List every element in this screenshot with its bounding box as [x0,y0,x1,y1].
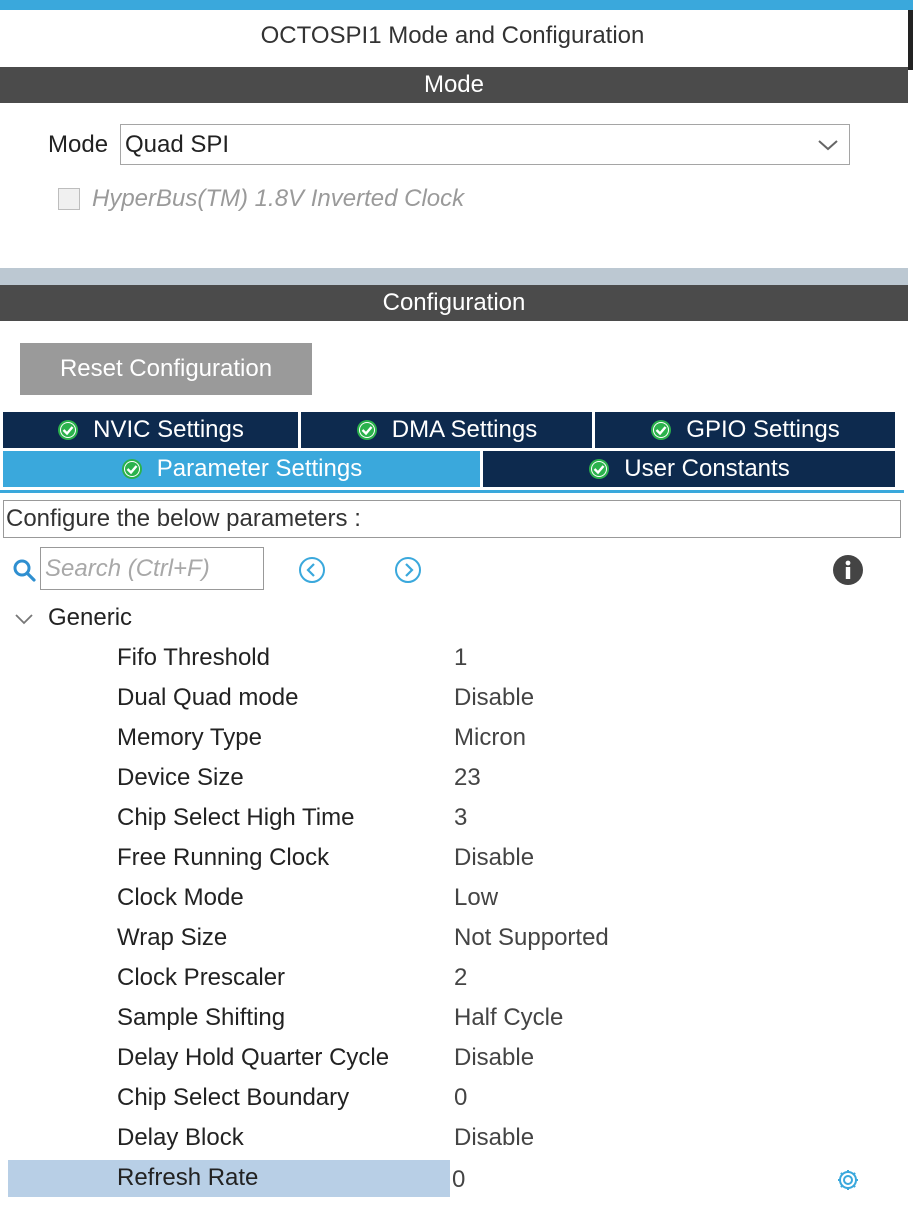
check-circle-icon [356,420,377,440]
hyperbus-label: HyperBus(TM) 1.8V Inverted Clock [92,185,465,212]
mode-section-header: Mode [0,67,908,103]
param-name: Delay Hold Quarter Cycle [117,1044,390,1071]
param-name: Refresh Rate [117,1164,259,1191]
mode-label: Mode [48,131,109,158]
param-name: Device Size [117,764,244,791]
param-row-fifo-threshold[interactable]: Fifo Threshold 1 [0,640,913,680]
param-name: Memory Type [117,724,262,751]
param-name: Chip Select High Time [117,804,355,831]
tab-underline [0,490,904,493]
tab-dma-settings[interactable]: DMA Settings [301,412,592,448]
param-value[interactable]: 3 [454,804,467,832]
param-value[interactable]: 1 [454,644,467,672]
tab-label: DMA Settings [391,416,538,443]
param-name: Sample Shifting [117,1004,286,1031]
parameters-instruction: Configure the below parameters : [3,500,901,538]
param-value[interactable]: Disable [454,1044,534,1072]
search-icon[interactable] [12,558,36,582]
search-input[interactable] [40,547,264,590]
mode-select[interactable]: Quad SPI [120,124,850,165]
param-row-refresh-rate[interactable]: Refresh Rate 0 [0,1160,913,1200]
tab-label: GPIO Settings [686,416,840,443]
tab-label: NVIC Settings [93,416,244,443]
check-circle-icon [589,459,610,479]
tab-gpio-settings[interactable]: GPIO Settings [595,412,895,448]
param-value[interactable]: 2 [454,964,467,992]
param-value[interactable]: Not Supported [454,924,609,952]
window-top-accent [0,0,913,10]
param-row-delay-hold-quarter-cycle[interactable]: Delay Hold Quarter Cycle Disable [0,1040,913,1080]
param-row-clock-prescaler[interactable]: Clock Prescaler 2 [0,960,913,1000]
scrollbar-thumb[interactable] [908,10,913,70]
check-circle-icon [121,459,142,479]
param-row-delay-block[interactable]: Delay Block Disable [0,1120,913,1160]
param-value[interactable]: Low [454,884,498,912]
chevron-down-icon [818,140,838,151]
section-divider [0,268,908,285]
tab-label: User Constants [624,455,790,482]
tab-label: Parameter Settings [156,455,363,482]
gear-icon[interactable] [836,1168,860,1192]
tab-nvic-settings[interactable]: NVIC Settings [3,412,298,448]
param-name: Fifo Threshold [117,644,270,671]
param-row-wrap-size[interactable]: Wrap Size Not Supported [0,920,913,960]
tab-user-constants[interactable]: User Constants [483,451,895,487]
param-value[interactable]: 0 [452,1166,465,1194]
window-title: OCTOSPI1 Mode and Configuration [260,22,645,49]
check-circle-icon [651,420,672,440]
param-value[interactable]: 0 [454,1084,467,1112]
param-value[interactable]: Half Cycle [454,1004,563,1032]
chevron-left-circle-icon[interactable] [298,556,326,584]
mode-select-value: Quad SPI [125,131,230,158]
chevron-down-icon[interactable] [14,612,34,626]
param-name: Clock Mode [117,884,244,911]
param-row-clock-mode[interactable]: Clock Mode Low [0,880,913,920]
param-name: Chip Select Boundary [117,1084,350,1111]
param-row-dual-quad-mode[interactable]: Dual Quad mode Disable [0,680,913,720]
param-row-sample-shifting[interactable]: Sample Shifting Half Cycle [0,1000,913,1040]
configuration-section-header: Configuration [0,285,908,321]
param-value[interactable]: Micron [454,724,526,752]
info-icon[interactable] [832,554,864,586]
reset-configuration-button[interactable]: Reset Configuration [20,343,312,395]
param-value[interactable]: Disable [454,1124,534,1152]
group-generic-label: Generic [48,604,133,631]
check-circle-icon [58,420,79,440]
param-name: Wrap Size [117,924,228,951]
param-name: Delay Block [117,1124,244,1151]
param-row-chip-select-boundary[interactable]: Chip Select Boundary 0 [0,1080,913,1120]
param-name: Dual Quad mode [117,684,299,711]
param-name: Free Running Clock [117,844,330,871]
param-value[interactable]: Disable [454,684,534,712]
param-value[interactable]: Disable [454,844,534,872]
param-row-device-size[interactable]: Device Size 23 [0,760,913,800]
param-row-free-running-clock[interactable]: Free Running Clock Disable [0,840,913,880]
param-value[interactable]: 23 [454,764,481,792]
chevron-right-circle-icon[interactable] [394,556,422,584]
hyperbus-checkbox[interactable] [58,188,80,210]
tab-parameter-settings[interactable]: Parameter Settings [3,451,480,487]
param-name: Clock Prescaler [117,964,286,991]
param-row-memory-type[interactable]: Memory Type Micron [0,720,913,760]
param-row-chip-select-high-time[interactable]: Chip Select High Time 3 [0,800,913,840]
